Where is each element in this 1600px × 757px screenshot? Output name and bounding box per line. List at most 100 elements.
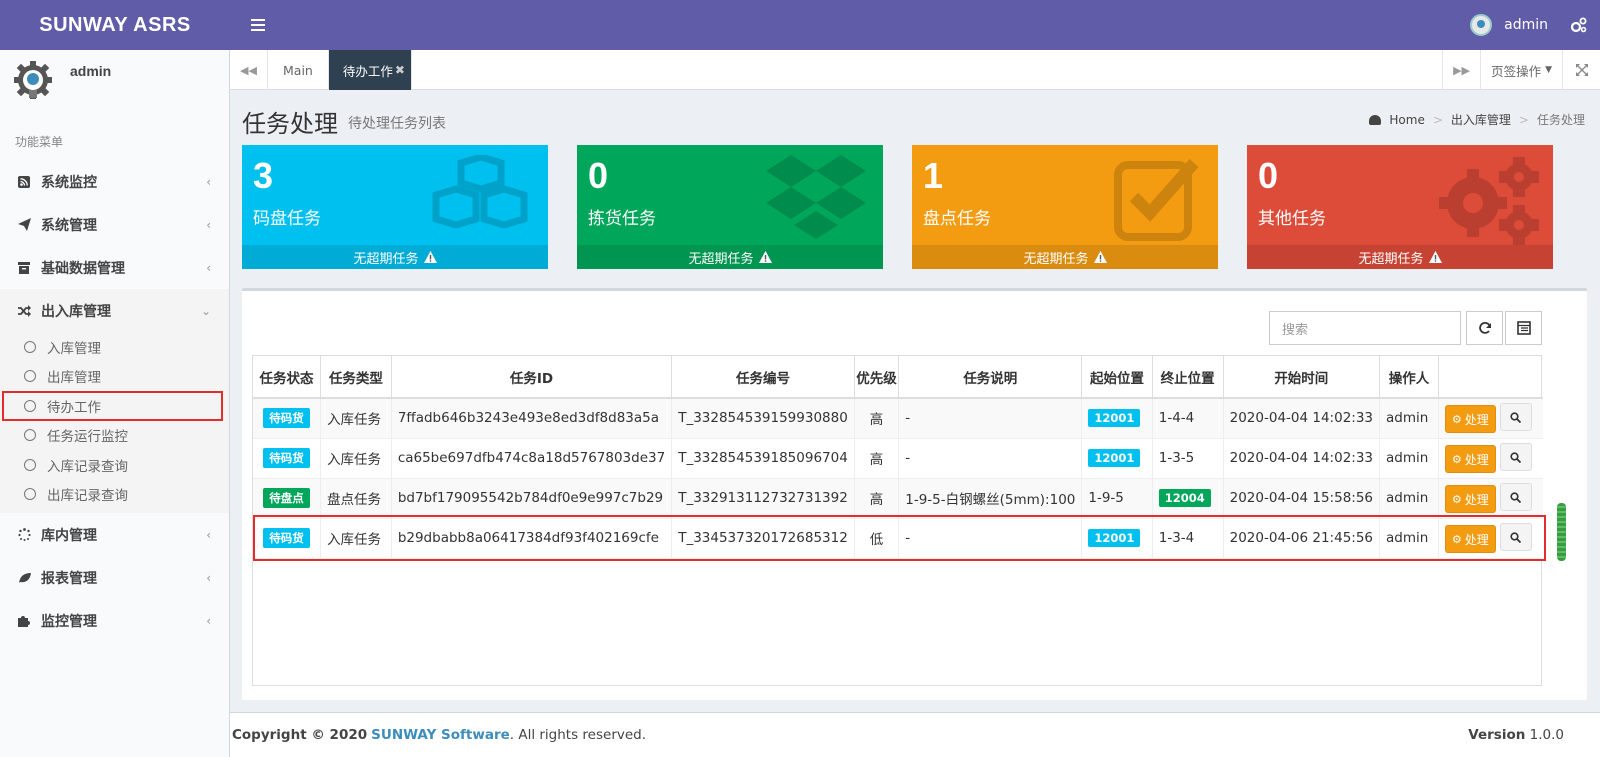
header-username[interactable]: admin [1504,17,1548,33]
sidebar-subitem-inbound[interactable]: 入库管理 [0,332,229,362]
chevron-left-icon: ‹ [206,260,211,275]
col-start-time[interactable]: 开始时间 [1223,356,1381,399]
footer-brand-link[interactable]: SUNWAY Software [371,727,510,743]
tab-main[interactable]: Main [268,50,329,90]
table-header-row: 任务状态 任务类型 任务ID 任务编号 优先级 任务说明 起始位置 终止位置 开… [253,356,1543,399]
table-row[interactable]: 待码货 入库任务 b29dbabb8a06417384df93f402169cf… [253,518,1543,559]
sidebar-subitem-inbound-records[interactable]: 入库记录查询 [0,450,229,480]
breadcrumb: Home > 出入库管理 > 任务处理 [1369,111,1585,128]
status-badge: 待码货 [263,408,310,429]
brand-logo[interactable]: SUNWAY ASRS [0,0,230,50]
menu-header: 功能菜单 [15,134,64,149]
gear-icon: ⚙ [1451,492,1462,506]
circle-icon [24,458,36,471]
sidebar-item-system-monitor[interactable]: 系统监控 ‹ [0,160,229,203]
stat-box-inventory[interactable]: 1 盘点任务 无超期任务 [912,145,1218,269]
table-row[interactable]: 待码货 入库任务 ca65be697dfb474c8a18d5767803de3… [253,438,1543,479]
sidebar-item-monitor-admin[interactable]: 监控管理 ‹ [0,599,229,642]
breadcrumb-current: 任务处理 [1536,113,1585,127]
process-button[interactable]: ⚙ 处理 [1444,525,1496,553]
chevron-left-icon: ‹ [206,174,211,189]
stat-count: 1 [923,155,944,196]
sidebar: admin 功能菜单 系统监控 ‹ 系统管理 ‹ 基础数据管理 ‹ 出入库管理 … [0,50,230,757]
page-subtitle: 待处理任务列表 [348,116,446,132]
col-desc[interactable]: 任务说明 [898,356,1083,399]
col-actions [1438,356,1543,399]
cogs-icon [1439,157,1539,245]
circle-icon [24,429,36,442]
warning-icon [1428,251,1442,263]
circle-icon [24,370,36,383]
col-operator[interactable]: 操作人 [1379,356,1439,399]
stat-count: 3 [253,155,274,196]
columns-button[interactable] [1505,311,1542,345]
sidebar-item-base-data[interactable]: 基础数据管理 ‹ [0,246,229,289]
process-button[interactable]: ⚙ 处理 [1444,485,1496,513]
search-icon [1510,451,1522,463]
circle-icon [24,488,36,501]
breadcrumb-home[interactable]: Home [1389,113,1424,127]
tab-operations-dropdown[interactable]: 页签操作 ▼ [1480,50,1562,90]
puzzle-icon [17,614,31,628]
col-type[interactable]: 任务类型 [320,356,392,399]
view-button[interactable] [1499,403,1532,432]
tab-scroll-right-icon[interactable]: ▶▶ [1442,50,1480,90]
process-button[interactable]: ⚙ 处理 [1444,405,1496,434]
fullscreen-icon[interactable] [1562,50,1600,90]
chevron-down-icon: ⌄ [200,303,211,318]
stat-footer[interactable]: 无超期任务 [242,245,548,269]
archive-icon [17,261,31,275]
sidebar-item-reports[interactable]: 报表管理 ‹ [0,556,229,599]
gear-icon: ⚙ [1451,452,1462,466]
col-priority[interactable]: 优先级 [854,356,900,399]
col-task-id[interactable]: 任务ID [391,356,673,399]
col-task-no[interactable]: 任务编号 [671,356,855,399]
tab-scroll-left-icon[interactable]: ◀◀ [230,50,268,90]
random-icon [17,304,31,318]
location-badge: 12001 [1088,409,1141,428]
refresh-button[interactable] [1466,311,1503,345]
location-badge: 12004 [1158,489,1211,507]
cogs-icon[interactable] [1570,16,1588,34]
chevron-left-icon: ‹ [206,570,211,585]
sidebar-toggle-icon[interactable] [238,0,278,50]
stat-footer[interactable]: 无超期任务 [912,245,1218,269]
user-avatar-icon[interactable] [1470,14,1493,36]
process-button[interactable]: ⚙ 处理 [1444,445,1496,473]
sidebar-subitem-outbound-records[interactable]: 出库记录查询 [0,480,229,510]
task-table: 任务状态 任务类型 任务ID 任务编号 优先级 任务说明 起始位置 终止位置 开… [252,355,1543,686]
stat-box-other[interactable]: 0 其他任务 无超期任务 [1247,145,1553,269]
stat-label: 其他任务 [1258,209,1326,229]
footer-suffix: . All rights reserved. [509,727,647,743]
sidebar-item-inout[interactable]: 出入库管理 ⌄ [0,289,229,332]
sidebar-item-system-admin[interactable]: 系统管理 ‹ [0,203,229,246]
sidebar-subitem-outbound[interactable]: 出库管理 [0,362,229,392]
view-button[interactable] [1499,443,1532,471]
dashboard-icon [1369,114,1382,125]
search-input[interactable]: 搜索 [1269,311,1461,345]
sidebar-item-warehouse[interactable]: 库内管理 ‹ [0,513,229,556]
view-button[interactable] [1499,483,1532,511]
chevron-left-icon: ‹ [206,613,211,628]
tabs-bar: ◀◀ Main 待办工作 ✖ ▶▶ 页签操作 ▼ [230,50,1600,90]
stat-footer[interactable]: 无超期任务 [1247,245,1553,269]
table-row[interactable]: 待盘点 盘点任务 bd7bf179095542b784df0e9e997c7b2… [253,478,1543,519]
stat-box-picking[interactable]: 0 拣货任务 无超期任务 [577,145,883,269]
circle-icon [24,340,36,353]
col-from[interactable]: 起始位置 [1081,356,1153,399]
col-status[interactable]: 任务状态 [253,356,322,399]
scrollbar-thumb[interactable] [1557,503,1566,561]
sidebar-subitem-task-monitor[interactable]: 任务运行监控 [0,421,229,451]
stat-footer[interactable]: 无超期任务 [577,245,883,269]
col-to[interactable]: 终止位置 [1152,356,1224,399]
copyright-text: Copyright © 2020 [232,727,368,743]
table-row[interactable]: 待码货 入库任务 7ffadb646b3243e493e8ed3df8d83a5… [253,398,1543,439]
gear-icon: ⚙ [1451,412,1462,426]
stat-label: 码盘任务 [253,209,321,229]
stat-box-palletizing[interactable]: 3 码盘任务 无超期任务 [242,145,548,269]
view-button[interactable] [1499,523,1532,551]
tab-todo[interactable]: 待办工作 ✖ [328,50,412,90]
close-icon[interactable]: ✖ [395,63,405,77]
sidebar-subitem-todo[interactable]: 待办工作 [2,391,223,421]
breadcrumb-inout[interactable]: 出入库管理 [1451,111,1511,128]
